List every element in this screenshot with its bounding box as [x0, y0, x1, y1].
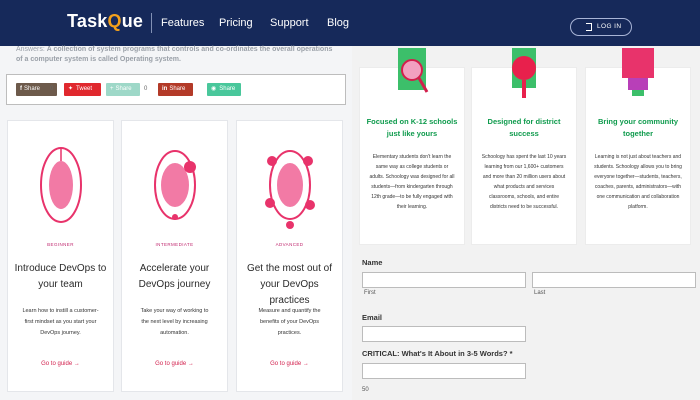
- critical-question-label: CRITICAL: What's It About in 3-5 Words? …: [362, 349, 513, 358]
- facebook-share-label: Share: [24, 86, 41, 92]
- critical-words-input[interactable]: [362, 363, 526, 379]
- linkedin-icon: in: [162, 86, 168, 92]
- whatsapp-share-button[interactable]: ◉ Share: [207, 83, 241, 96]
- character-counter: 50: [362, 387, 369, 393]
- go-to-guide-link[interactable]: Go to guide →: [122, 361, 227, 367]
- feature-title: Designed for district success: [487, 117, 561, 138]
- card-title: Accelerate your DevOps journey: [138, 263, 211, 290]
- feature-card-community: Bring your community together Learning i…: [585, 48, 691, 245]
- tweet-button[interactable]: ✦ Tweet: [64, 83, 101, 96]
- whatsapp-share-label: Share: [219, 86, 236, 92]
- card-level-label: BEGINNER: [47, 242, 74, 247]
- linkedin-share-button[interactable]: in Share: [158, 83, 193, 96]
- devops-card-intermediate: INTERMEDIATE Accelerate your DevOps jour…: [121, 120, 228, 392]
- feature-description: Schoology has spent the last 10 years le…: [481, 154, 567, 210]
- tweet-label: Tweet: [76, 86, 93, 92]
- feature-description: Learning is not just about teachers and …: [594, 154, 682, 210]
- community-illustration-icon: [622, 48, 654, 96]
- card-description: Measure and quantify the benefits of you…: [258, 308, 321, 336]
- last-name-input[interactable]: [532, 272, 696, 288]
- nav-blog[interactable]: Blog: [327, 17, 349, 29]
- feature-card-k12: Focused on K-12 schools just like yours …: [359, 48, 465, 245]
- magnifier-illustration-icon: [398, 48, 429, 93]
- logo-divider: [151, 13, 152, 33]
- google-share-count: 0: [144, 86, 148, 92]
- first-name-sublabel: First: [364, 290, 376, 296]
- google-share-button[interactable]: + Share: [106, 83, 140, 96]
- answer-prefix: Answers:: [16, 46, 47, 53]
- last-name-sublabel: Last: [534, 290, 546, 296]
- twitter-icon: ✦: [68, 86, 74, 92]
- facebook-share-count: 0: [50, 86, 54, 92]
- card-description: Take your way of working to the next lev…: [140, 308, 209, 336]
- go-to-guide-link[interactable]: Go to guide →: [8, 361, 113, 367]
- taskque-logo[interactable]: TaskQue: [67, 11, 143, 32]
- devops-card-beginner: BEGINNER Introduce DevOps to your team L…: [7, 120, 114, 392]
- name-label: Name: [362, 258, 383, 267]
- feature-title: Focused on K-12 schools just like yours: [366, 117, 458, 138]
- facebook-icon: f: [20, 86, 22, 92]
- go-to-guide-link[interactable]: Go to guide →: [237, 361, 342, 367]
- feature-card-district: Designed for district success Schoology …: [471, 48, 577, 245]
- google-share-label: Share: [115, 86, 132, 92]
- target-illustration-icon: [512, 48, 536, 98]
- devops-intermediate-icon: [153, 150, 196, 220]
- whatsapp-icon: ◉: [211, 86, 217, 92]
- login-icon: [586, 23, 592, 31]
- card-description: Learn how to instill a customer-first mi…: [22, 308, 99, 336]
- devops-card-advanced: ADVANCED Get the most out of your DevOps…: [236, 120, 343, 392]
- devops-advanced-icon: [264, 150, 315, 229]
- top-navbar: TaskQue Features Pricing Support Blog LO…: [0, 0, 700, 46]
- plus-icon: +: [110, 86, 114, 92]
- card-level-label: ADVANCED: [275, 242, 304, 247]
- nav-support[interactable]: Support: [270, 17, 309, 29]
- nav-pricing[interactable]: Pricing: [219, 17, 253, 29]
- answer-body: A collection of system programs that con…: [16, 46, 333, 63]
- login-label: LOG IN: [597, 23, 622, 30]
- page: TaskQue Features Pricing Support Blog LO…: [0, 0, 700, 400]
- card-level-label: INTERMEDIATE: [155, 242, 194, 247]
- card-title: Introduce DevOps to your team: [14, 263, 107, 290]
- first-name-input[interactable]: [362, 272, 526, 288]
- linkedin-share-label: Share: [169, 86, 186, 92]
- feature-description: Elementary students don't learn the same…: [369, 154, 455, 210]
- login-button[interactable]: LOG IN: [570, 18, 632, 36]
- answer-text: Answers: A collection of system programs…: [16, 45, 336, 65]
- email-input[interactable]: [362, 326, 526, 342]
- devops-beginner-icon: [39, 147, 82, 223]
- feature-title: Bring your community together: [597, 117, 678, 138]
- nav-features[interactable]: Features: [161, 17, 204, 29]
- email-label: Email: [362, 313, 383, 322]
- card-title: Get the most out of your DevOps practice…: [246, 263, 333, 306]
